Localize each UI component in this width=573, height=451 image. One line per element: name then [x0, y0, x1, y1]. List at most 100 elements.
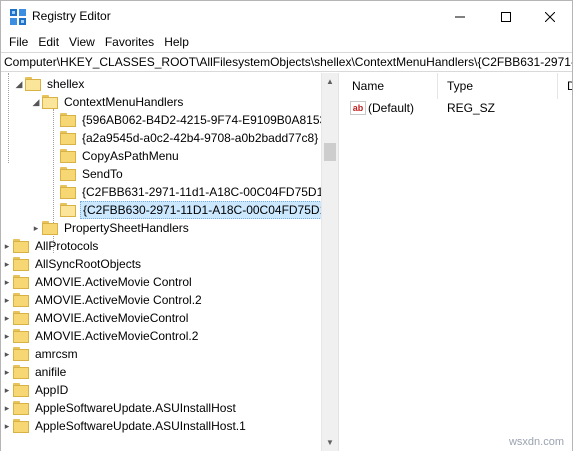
menu-favorites[interactable]: Favorites	[100, 32, 159, 52]
tree-node-label-selected: {C2FBB630-2971-11D1-A18C-00C04FD75D13}	[80, 201, 338, 219]
tree-node-handler[interactable]: {596AB062-B4D2-4215-9F74-E9109B0A8153}	[60, 111, 332, 129]
expand-chevron-icon[interactable]: ▸	[1, 417, 13, 435]
folder-icon	[13, 239, 29, 253]
folder-icon	[13, 293, 29, 307]
tree-node-root-key[interactable]: ▸ AllSyncRootObjects	[1, 255, 143, 273]
maximize-icon	[500, 11, 511, 22]
column-header-type[interactable]: Type	[438, 73, 558, 99]
values-list: Name Type D ab (Default) REG_SZ	[343, 73, 572, 451]
folder-open-icon	[42, 95, 58, 109]
menu-view[interactable]: View	[64, 32, 100, 52]
tree-node-label: AMOVIE.ActiveMovie Control	[35, 275, 192, 289]
minimize-button[interactable]	[437, 1, 482, 32]
tree-node-label: {C2FBB631-2971-11d1-A18C-00C04FD75D13}	[82, 185, 334, 199]
tree-node-root-key[interactable]: ▸ amrcsm	[1, 345, 80, 363]
scroll-thumb[interactable]	[324, 143, 336, 161]
folder-icon	[13, 275, 29, 289]
tree-node-label: AllProtocols	[35, 239, 99, 253]
folder-icon	[13, 329, 29, 343]
tree-node-handler[interactable]: CopyAsPathMenu	[60, 147, 181, 165]
folder-icon	[60, 167, 76, 181]
folder-icon	[42, 221, 58, 235]
tree-node-label: PropertySheetHandlers	[64, 221, 189, 235]
tree-node-contextmenuhandlers[interactable]: ◢ ContextMenuHandlers	[30, 93, 185, 111]
collapse-chevron-icon[interactable]: ◢	[13, 75, 25, 93]
menu-file[interactable]: File	[4, 32, 33, 52]
tree-node-label: anifile	[35, 365, 67, 379]
tree-node-label: AppleSoftwareUpdate.ASUInstallHost.1	[35, 419, 246, 433]
tree-node-handler[interactable]: SendTo	[60, 165, 125, 183]
folder-icon	[13, 311, 29, 325]
tree-node-handler[interactable]: {C2FBB631-2971-11d1-A18C-00C04FD75D13}	[60, 183, 336, 201]
expand-chevron-icon[interactable]: ▸	[1, 399, 13, 417]
tree-node-handler[interactable]: {a2a9545d-a0c2-42b4-9708-a0b2badd77c8}	[60, 129, 320, 147]
tree-node-label: AppID	[35, 383, 69, 397]
folder-icon	[60, 113, 76, 127]
tree-vertical-scrollbar[interactable]: ▲ ▼	[321, 73, 338, 451]
tree-node-root-key[interactable]: ▸ AppID	[1, 381, 70, 399]
folder-icon	[13, 383, 29, 397]
close-icon	[544, 11, 555, 22]
tree-guide-line	[8, 73, 9, 163]
menu-help[interactable]: Help	[159, 32, 194, 52]
window-title: Registry Editor	[32, 9, 111, 23]
scroll-down-arrow-icon[interactable]: ▼	[322, 434, 338, 451]
menu-bar: File Edit View Favorites Help	[1, 32, 572, 52]
tree-node-handler-selected[interactable]: {C2FBB630-2971-11D1-A18C-00C04FD75D13}	[60, 201, 338, 219]
maximize-button[interactable]	[483, 1, 528, 32]
tree-node-root-key[interactable]: ▸ AMOVIE.ActiveMovieControl	[1, 309, 190, 327]
minimize-icon	[454, 16, 465, 17]
tree-node-root-key[interactable]: ▸ AMOVIE.ActiveMovie Control	[1, 273, 194, 291]
tree-node-propertysheethandlers[interactable]: ▸ PropertySheetHandlers	[30, 219, 191, 237]
collapse-chevron-icon[interactable]: ◢	[30, 93, 42, 111]
tree-node-label: CopyAsPathMenu	[82, 149, 179, 163]
tree-node-label: SendTo	[82, 167, 123, 181]
expand-chevron-icon[interactable]: ▸	[1, 309, 13, 327]
tree-node-label: amrcsm	[35, 347, 78, 361]
tree-node-root-key[interactable]: ▸ AllProtocols	[1, 237, 100, 255]
expand-chevron-icon[interactable]: ▸	[30, 219, 42, 237]
expand-chevron-icon[interactable]: ▸	[1, 381, 13, 399]
tree-node-label: AllSyncRootObjects	[35, 257, 142, 271]
column-header-data[interactable]: D	[558, 73, 572, 99]
address-path[interactable]: Computer\HKEY_CLASSES_ROOT\AllFilesystem…	[4, 55, 572, 69]
tree-node-label: AMOVIE.ActiveMovieControl.2	[35, 329, 199, 343]
tree-node-label: {596AB062-B4D2-4215-9F74-E9109B0A8153}	[82, 113, 331, 127]
watermark: wsxdn.com	[508, 436, 564, 448]
address-bar[interactable]: Computer\HKEY_CLASSES_ROOT\AllFilesystem…	[1, 52, 572, 72]
expand-chevron-icon[interactable]: ▸	[1, 363, 13, 381]
tree-node-root-key[interactable]: ▸ AMOVIE.ActiveMovieControl.2	[1, 327, 200, 345]
folder-icon	[13, 365, 29, 379]
value-name: (Default)	[368, 101, 415, 115]
folder-icon	[13, 347, 29, 361]
value-row-default[interactable]: ab (Default) REG_SZ	[343, 99, 495, 117]
tree-node-root-key[interactable]: ▸ anifile	[1, 363, 68, 381]
expand-chevron-icon[interactable]: ▸	[1, 327, 13, 345]
tree-node-label: shellex	[47, 77, 85, 91]
folder-open-icon	[25, 77, 41, 91]
tree-node-label: ContextMenuHandlers	[64, 95, 184, 109]
folder-icon	[60, 131, 76, 145]
title-bar: Registry Editor	[1, 1, 572, 32]
scroll-up-arrow-icon[interactable]: ▲	[322, 73, 338, 90]
folder-icon	[60, 185, 76, 199]
folder-icon	[13, 401, 29, 415]
tree-node-root-key[interactable]: ▸ AppleSoftwareUpdate.ASUInstallHost.1	[1, 417, 248, 435]
tree-node-shellex[interactable]: ◢ shellex	[13, 75, 86, 93]
expand-chevron-icon[interactable]: ▸	[1, 237, 13, 255]
tree-node-root-key[interactable]: ▸ AppleSoftwareUpdate.ASUInstallHost	[1, 399, 238, 417]
folder-icon	[60, 149, 76, 163]
tree-node-label: AMOVIE.ActiveMovie Control.2	[35, 293, 202, 307]
registry-editor-app-icon	[10, 9, 26, 25]
close-button[interactable]	[527, 1, 572, 32]
expand-chevron-icon[interactable]: ▸	[1, 345, 13, 363]
folder-icon	[13, 257, 29, 271]
tree-node-root-key[interactable]: ▸ AMOVIE.ActiveMovie Control.2	[1, 291, 204, 309]
column-header-name[interactable]: Name	[343, 73, 438, 99]
expand-chevron-icon[interactable]: ▸	[1, 255, 13, 273]
folder-icon	[13, 419, 29, 433]
expand-chevron-icon[interactable]: ▸	[1, 273, 13, 291]
menu-edit[interactable]: Edit	[33, 32, 64, 52]
expand-chevron-icon[interactable]: ▸	[1, 291, 13, 309]
registry-tree: ◢ shellex ◢ ContextMenuHandlers {596AB06…	[1, 73, 338, 451]
